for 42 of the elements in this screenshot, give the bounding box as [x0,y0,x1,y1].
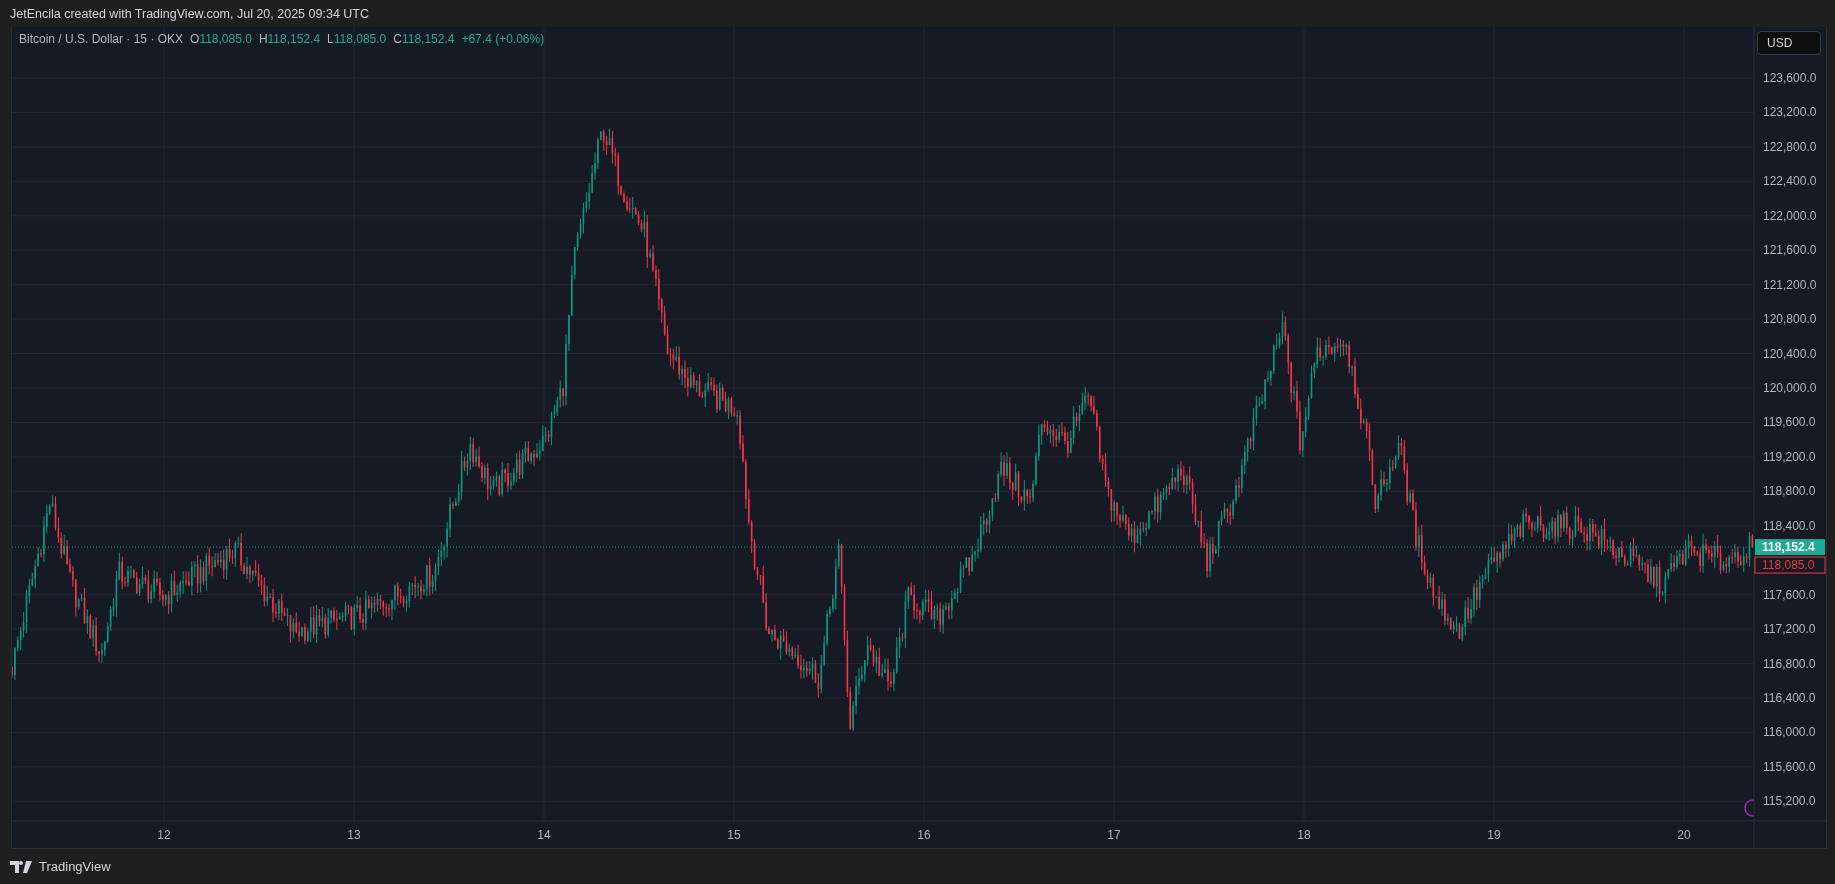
last-price-tag: 118,152.4 [1755,539,1825,556]
price-axis-label: 122,800.0 [1763,139,1817,154]
creator-caption: JetEncila created with TradingView.com, Jul 20, 2025 09:34 UTC [10,6,369,21]
currency-button[interactable]: USD [1757,31,1821,55]
price-axis-label: 119,600.0 [1763,415,1816,430]
price-axis-label: 116,800.0 [1763,656,1816,671]
price-axis-label: 123,600.0 [1763,71,1817,85]
price-axis-label: 120,800.0 [1763,312,1817,327]
price-axis-label: 118,800.0 [1763,484,1816,499]
time-axis-label: 12 [157,828,171,842]
time-axis-label: 20 [1677,828,1691,842]
price-axis-label: 122,400.0 [1763,174,1817,189]
price-axis-label: 120,000.0 [1763,381,1817,395]
time-axis-label: 15 [727,828,741,842]
price-axis-label: 123,200.0 [1763,105,1817,120]
price-change: +67.4 (+0.06%) [461,32,545,46]
brand-name: TradingView [39,859,111,874]
price-axis-label: 117,200.0 [1763,622,1816,637]
time-axis-label: 18 [1297,828,1311,842]
price-axis-label: 118,400.0 [1763,518,1816,533]
price-axis-label: 121,200.0 [1763,277,1817,292]
ohlc-value: L118,085.0 [327,32,387,46]
open-price-tag: 118,085.0 [1754,556,1826,574]
ohlc-value: C118,152.4 [393,32,455,46]
ohlc-value: O118,085.0 [190,32,252,46]
time-axis-label: 13 [347,828,361,842]
symbol-title: Bitcoin / U.S. Dollar · 15 · OKX [19,32,184,46]
time-axis-label: 14 [537,828,551,842]
logo-icon [10,860,34,873]
price-axis-label: 116,400.0 [1763,691,1816,705]
ohlc-value: H118,152.4 [258,32,321,46]
price-axis-label: 117,600.0 [1763,587,1816,602]
price-axis-label: 121,600.0 [1763,243,1817,258]
price-axis-label: 119,200.0 [1763,449,1816,464]
price-axis-label: 115,600.0 [1763,759,1816,774]
price-axis-label: 115,200.0 [1763,794,1816,809]
time-axis-label: 17 [1107,828,1121,842]
price-axis-label: 120,400.0 [1763,346,1817,361]
time-axis-label: 16 [917,828,931,842]
price-axis-label: 122,000.0 [1763,208,1817,223]
time-axis-label: 19 [1487,828,1501,842]
price-axis-label: 116,000.0 [1763,725,1816,740]
